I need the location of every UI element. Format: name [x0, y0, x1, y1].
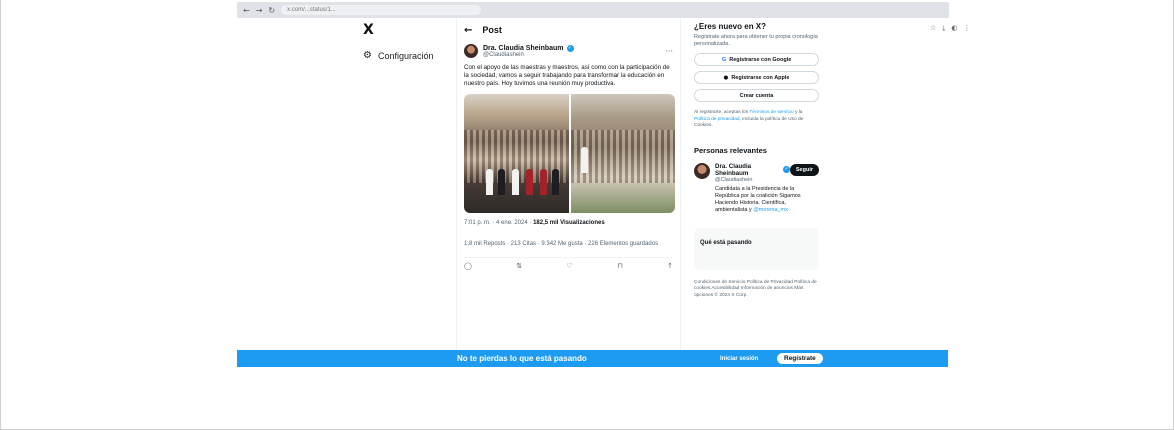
- address-bar[interactable]: x.com/...status/1...: [281, 5, 482, 15]
- star-icon[interactable]: ☆: [930, 24, 936, 33]
- post-meta: 7:01 p. m. · 4 ene. 2024 · 182,5 mil Vis…: [464, 220, 605, 226]
- relevant-person: Dra. Claudia Sheinbaum ✓ Seguir @Claudia…: [694, 162, 819, 214]
- author-name-text: Dra. Claudia Sheinbaum: [483, 44, 564, 52]
- left-navigation: X ⚙ Configuración: [363, 22, 453, 61]
- nav-item-settings[interactable]: ⚙ Configuración: [363, 50, 453, 61]
- person-figure: [552, 169, 559, 195]
- footer-links[interactable]: Condiciones de Servicio Política de Priv…: [694, 280, 819, 300]
- person-figure: [486, 169, 493, 195]
- apple-icon: ●: [723, 74, 729, 81]
- terms-link[interactable]: Términos de servicio: [749, 110, 793, 115]
- author-handle[interactable]: @Claudiashein: [483, 52, 574, 58]
- post-views: 182,5 mil Visualizaciones: [533, 220, 605, 226]
- person-top: Dra. Claudia Sheinbaum ✓ Seguir: [715, 163, 819, 177]
- like-icon[interactable]: ♡: [567, 262, 573, 270]
- person-name-text: Dra. Claudia Sheinbaum: [715, 162, 752, 177]
- download-icon[interactable]: ⤓: [942, 24, 945, 33]
- forward-arrow-icon[interactable]: →: [256, 6, 263, 15]
- post-stats: 1,8 mil Reposts · 213 Citas · 9.342 Me g…: [464, 241, 659, 247]
- whats-happening-title: Qué está pasando: [700, 239, 752, 246]
- post-header: ← Post: [464, 18, 673, 42]
- share-icon[interactable]: ↑: [667, 262, 673, 270]
- legal-prefix: Al registrarte, aceptas los: [694, 110, 750, 115]
- whats-happening-card: Qué está pasando: [694, 227, 819, 270]
- signup-card-subtitle: Regístrate ahora para obtener tu propia …: [694, 34, 818, 47]
- avatar[interactable]: [694, 162, 710, 179]
- signup-banner: No te pierdas lo que está pasando Inicia…: [237, 350, 948, 367]
- post-actions: ◯ ⇅ ♡ ⊓ ↑: [464, 257, 673, 270]
- more-options-icon[interactable]: ···: [665, 47, 673, 56]
- person-figure: [512, 169, 519, 195]
- browser-actions: ☆ ⤓ ◐ ⋮: [930, 24, 1055, 33]
- person-bio: Candidata a la Presidencia de la Repúbli…: [715, 186, 819, 214]
- gear-icon: ⚙: [363, 50, 372, 61]
- signup-legal-text: Al registrarte, aceptas los Términos de …: [694, 110, 819, 130]
- google-signup-button[interactable]: G Registrarse con Google: [694, 53, 819, 66]
- login-link[interactable]: Iniciar sesión: [720, 356, 758, 362]
- post-image-2[interactable]: [570, 94, 675, 213]
- privacy-link[interactable]: Política de privacidad: [694, 117, 740, 122]
- signup-button[interactable]: Regístrate: [777, 353, 823, 364]
- bookmark-icon[interactable]: ⊓: [617, 262, 622, 270]
- avatar[interactable]: [464, 44, 478, 58]
- page: ← → ↻ x.com/...status/1... ☆ ⤓ ◐ ⋮ X ⚙ C…: [0, 0, 1174, 430]
- profile-icon[interactable]: ◐: [951, 24, 957, 33]
- back-arrow-icon[interactable]: ←: [464, 25, 472, 36]
- page-title: Post: [482, 25, 502, 35]
- post-image-1[interactable]: [464, 94, 569, 213]
- verified-badge-icon: ✓: [566, 44, 574, 52]
- post-author: Dra. Claudia Sheinbaum ✓ @Claudiashein ·…: [464, 44, 673, 58]
- right-sidebar: ¿Eres nuevo en X? Regístrate ahora para …: [694, 22, 819, 299]
- bio-link[interactable]: @morena_mx: [753, 207, 788, 213]
- nav-item-label: Configuración: [377, 50, 434, 61]
- author-name[interactable]: Dra. Claudia Sheinbaum ✓: [483, 44, 574, 52]
- create-account-button[interactable]: Crear cuenta: [694, 89, 819, 102]
- follow-button[interactable]: Seguir: [789, 163, 819, 176]
- post-images: [464, 94, 675, 213]
- x-logo-icon[interactable]: X: [363, 22, 453, 38]
- apple-signup-label: Registrarse con Apple: [731, 74, 790, 81]
- signup-card-title: ¿Eres nuevo en X?: [694, 22, 767, 31]
- reload-icon[interactable]: ↻: [268, 6, 275, 15]
- person-figure: [580, 147, 588, 173]
- person-handle[interactable]: @Claudiashein: [715, 177, 819, 183]
- legal-mid: y la: [793, 110, 803, 115]
- person-figure: [540, 169, 547, 195]
- post-timestamp[interactable]: 7:01 p. m. · 4 ene. 2024: [464, 220, 528, 226]
- browser-toolbar: ← → ↻ x.com/...status/1... ☆ ⤓ ◐ ⋮: [237, 2, 971, 32]
- repost-icon[interactable]: ⇅: [516, 262, 522, 270]
- menu-icon[interactable]: ⋮: [964, 24, 971, 33]
- person-figure: [498, 169, 505, 195]
- post-column: ← Post Dra. Claudia Sheinbaum ✓ @Claudia…: [456, 18, 681, 350]
- person-figure: [526, 169, 533, 195]
- verified-badge-icon: ✓: [783, 166, 790, 173]
- reply-icon[interactable]: ◯: [464, 262, 472, 270]
- apple-signup-button[interactable]: ● Registrarse con Apple: [694, 71, 819, 84]
- banner-text: No te pierdas lo que está pasando: [457, 354, 587, 363]
- google-signup-label: Registrarse con Google: [729, 56, 792, 63]
- relevant-people-title: Personas relevantes: [694, 145, 767, 155]
- back-arrow-icon[interactable]: ←: [243, 6, 250, 15]
- person-name[interactable]: Dra. Claudia Sheinbaum ✓: [715, 163, 790, 177]
- google-icon: G: [721, 56, 727, 63]
- post-text: Con el apoyo de las maestras y maestros,…: [464, 64, 670, 87]
- author-names: Dra. Claudia Sheinbaum ✓ @Claudiashein: [483, 44, 574, 58]
- person-info: Dra. Claudia Sheinbaum ✓ Seguir @Claudia…: [715, 163, 819, 214]
